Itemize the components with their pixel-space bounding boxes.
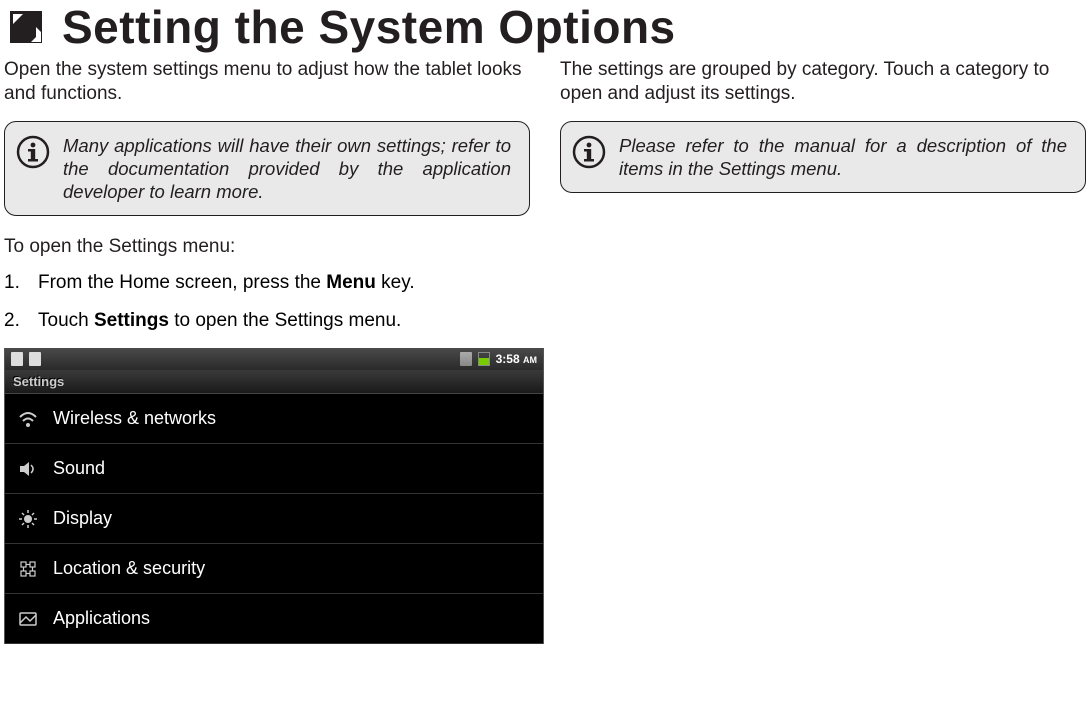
statusbar: 3:58 AM bbox=[5, 348, 543, 370]
settings-item-label: Display bbox=[53, 508, 112, 529]
brightness-icon bbox=[17, 508, 39, 530]
info-box-left: Many applications will have their own se… bbox=[4, 121, 530, 216]
arrow-down-right-icon bbox=[4, 5, 48, 49]
left-column: Open the system settings menu to adjust … bbox=[4, 58, 530, 644]
apps-icon bbox=[17, 608, 39, 630]
location-icon bbox=[17, 558, 39, 580]
signal-icon bbox=[460, 352, 472, 366]
two-column-layout: Open the system settings menu to adjust … bbox=[4, 58, 1086, 644]
battery-icon bbox=[478, 352, 490, 366]
settings-item-location[interactable]: Location & security bbox=[5, 544, 543, 594]
info-icon bbox=[571, 134, 607, 170]
wifi-icon bbox=[17, 408, 39, 430]
page-title-row: Setting the System Options bbox=[4, 0, 1086, 54]
left-intro-text: Open the system settings menu to adjust … bbox=[4, 58, 530, 107]
info-text-right: Please refer to the manual for a descrip… bbox=[619, 134, 1067, 180]
settings-item-sound[interactable]: Sound bbox=[5, 444, 543, 494]
speaker-icon bbox=[17, 458, 39, 480]
statusbar-right: 3:58 AM bbox=[460, 352, 537, 366]
settings-screen-header: Settings bbox=[5, 370, 543, 394]
step-num-1: 1. bbox=[4, 272, 38, 294]
settings-item-label: Sound bbox=[53, 458, 105, 479]
settings-item-display[interactable]: Display bbox=[5, 494, 543, 544]
step-text-1: From the Home screen, press the Menu key… bbox=[38, 272, 530, 294]
settings-item-applications[interactable]: Applications bbox=[5, 594, 543, 644]
step-text-2: Touch Settings to open the Settings menu… bbox=[38, 310, 530, 332]
step-num-2: 2. bbox=[4, 310, 38, 332]
settings-item-label: Wireless & networks bbox=[53, 408, 216, 429]
settings-item-wireless[interactable]: Wireless & networks bbox=[5, 394, 543, 444]
info-text-left: Many applications will have their own se… bbox=[63, 134, 511, 203]
settings-item-label: Location & security bbox=[53, 558, 205, 579]
right-intro-text: The settings are grouped by category. To… bbox=[560, 58, 1086, 107]
page-title: Setting the System Options bbox=[62, 0, 676, 54]
info-box-right: Please refer to the manual for a descrip… bbox=[560, 121, 1086, 193]
settings-item-label: Applications bbox=[53, 608, 150, 629]
right-column: The settings are grouped by category. To… bbox=[560, 58, 1086, 644]
open-settings-heading: To open the Settings menu: bbox=[4, 236, 530, 258]
info-icon bbox=[15, 134, 51, 170]
statusbar-left-icon-1 bbox=[11, 352, 23, 366]
statusbar-time: 3:58 AM bbox=[496, 352, 537, 366]
statusbar-left-icon-2 bbox=[29, 352, 41, 366]
step-2: 2. Touch Settings to open the Settings m… bbox=[4, 310, 530, 332]
step-1: 1. From the Home screen, press the Menu … bbox=[4, 272, 530, 294]
tablet-screenshot: 3:58 AM Settings Wireless & networks Sou… bbox=[4, 348, 544, 644]
